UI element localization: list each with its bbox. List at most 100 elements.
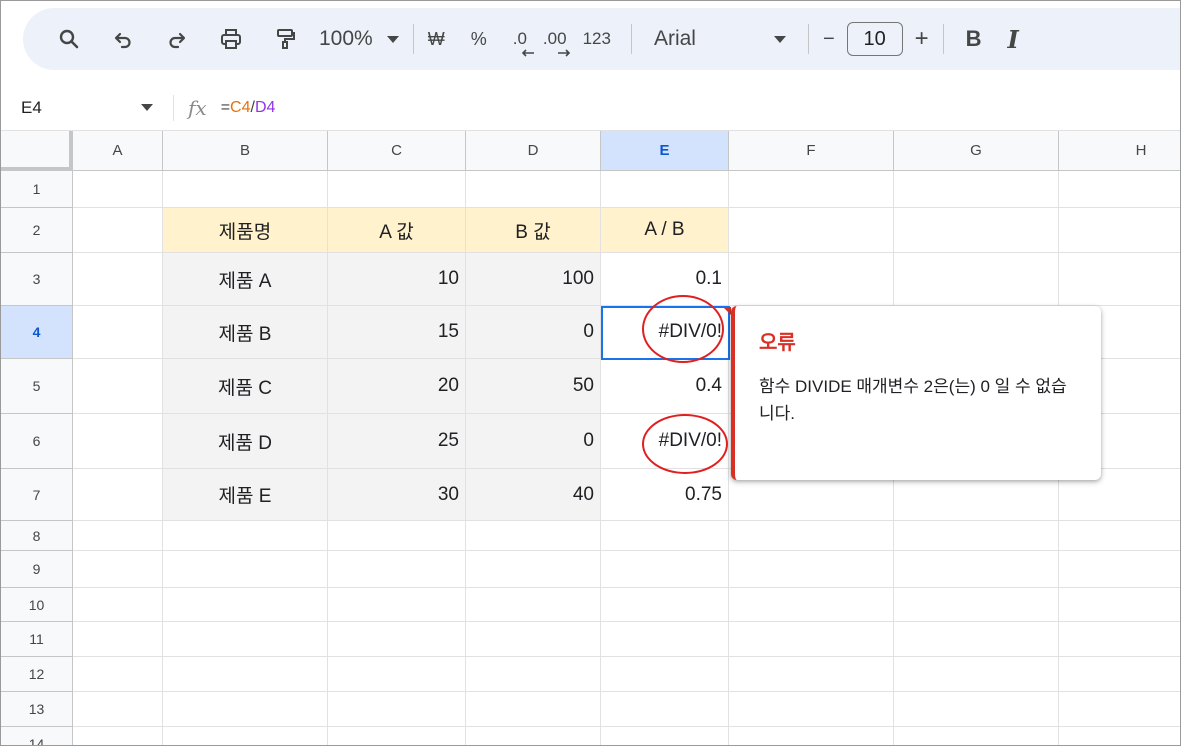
cell-a10[interactable] [73,588,163,622]
cell-c3[interactable]: 10 [328,253,466,306]
cell-d1[interactable] [466,171,601,208]
cell-h3[interactable] [1059,253,1180,306]
cell-g3[interactable] [894,253,1059,306]
cell-h9[interactable] [1059,551,1180,588]
cell-h2[interactable] [1059,208,1180,253]
formula-input[interactable]: =C4/D4 [221,99,276,117]
cell-c2[interactable]: A 값 [328,208,466,253]
row-header-12[interactable]: 12 [1,657,73,692]
cell-c10[interactable] [328,588,466,622]
cell-b11[interactable] [163,622,328,657]
column-header-c[interactable]: C [328,131,466,171]
cell-d8[interactable] [466,521,601,551]
bold-button[interactable]: B [966,26,982,52]
cell-e11[interactable] [601,622,729,657]
cell-c1[interactable] [328,171,466,208]
cell-c14[interactable] [328,727,466,745]
cell-g1[interactable] [894,171,1059,208]
cell-f11[interactable] [729,622,894,657]
select-all-corner[interactable] [1,131,73,171]
column-header-b[interactable]: B [163,131,328,171]
cell-c12[interactable] [328,657,466,692]
cell-g10[interactable] [894,588,1059,622]
cell-f13[interactable] [729,692,894,727]
cell-c6[interactable]: 25 [328,414,466,469]
cell-c9[interactable] [328,551,466,588]
cell-a14[interactable] [73,727,163,745]
cell-f10[interactable] [729,588,894,622]
column-header-a[interactable]: A [73,131,163,171]
cell-f3[interactable] [729,253,894,306]
row-header-2[interactable]: 2 [1,208,73,253]
cell-e14[interactable] [601,727,729,745]
cell-e10[interactable] [601,588,729,622]
cell-c8[interactable] [328,521,466,551]
cell-h8[interactable] [1059,521,1180,551]
undo-icon[interactable] [103,19,143,59]
cell-f9[interactable] [729,551,894,588]
cell-e7[interactable]: 0.75 [601,469,729,521]
cell-d7[interactable]: 40 [466,469,601,521]
cell-d4[interactable]: 0 [466,306,601,359]
cell-a5[interactable] [73,359,163,414]
cell-e13[interactable] [601,692,729,727]
cell-a11[interactable] [73,622,163,657]
cell-b6[interactable]: 제품 D [163,414,328,469]
cell-c7[interactable]: 30 [328,469,466,521]
cell-a8[interactable] [73,521,163,551]
cell-b13[interactable] [163,692,328,727]
cell-a13[interactable] [73,692,163,727]
name-box[interactable]: E4 [1,98,161,118]
number-format-button[interactable]: 123 [583,29,611,49]
cell-e2[interactable]: A / B [601,208,729,253]
zoom-select[interactable]: 100% [319,27,399,51]
cell-c5[interactable]: 20 [328,359,466,414]
cell-a12[interactable] [73,657,163,692]
cell-h11[interactable] [1059,622,1180,657]
cell-a7[interactable] [73,469,163,521]
row-header-4[interactable]: 4 [1,306,73,359]
cell-h13[interactable] [1059,692,1180,727]
font-size-input[interactable]: 10 [846,22,903,56]
increase-font-size-button[interactable]: + [915,25,929,53]
cell-b14[interactable] [163,727,328,745]
cell-h10[interactable] [1059,588,1180,622]
cell-f14[interactable] [729,727,894,745]
cell-b8[interactable] [163,521,328,551]
cell-a2[interactable] [73,208,163,253]
cell-g8[interactable] [894,521,1059,551]
cell-f8[interactable] [729,521,894,551]
row-header-8[interactable]: 8 [1,521,73,551]
cell-e5[interactable]: 0.4 [601,359,729,414]
cell-c4[interactable]: 15 [328,306,466,359]
cell-a4[interactable] [73,306,163,359]
cell-g9[interactable] [894,551,1059,588]
row-header-7[interactable]: 7 [1,469,73,521]
column-header-d[interactable]: D [466,131,601,171]
font-select[interactable]: Arial [646,27,786,51]
cell-h1[interactable] [1059,171,1180,208]
cell-b7[interactable]: 제품 E [163,469,328,521]
cell-b1[interactable] [163,171,328,208]
cell-b4[interactable]: 제품 B [163,306,328,359]
cell-e1[interactable] [601,171,729,208]
cell-e9[interactable] [601,551,729,588]
cell-f2[interactable] [729,208,894,253]
row-header-11[interactable]: 11 [1,622,73,657]
row-header-6[interactable]: 6 [1,414,73,469]
row-header-14[interactable]: 14 [1,727,73,745]
cell-d14[interactable] [466,727,601,745]
italic-button[interactable]: I [1008,25,1019,54]
cell-a3[interactable] [73,253,163,306]
paint-format-icon[interactable] [265,19,305,59]
cell-d9[interactable] [466,551,601,588]
decrease-font-size-button[interactable]: − [823,28,835,51]
cell-a1[interactable] [73,171,163,208]
cell-d10[interactable] [466,588,601,622]
cell-d13[interactable] [466,692,601,727]
cell-h14[interactable] [1059,727,1180,745]
cell-d3[interactable]: 100 [466,253,601,306]
cell-g11[interactable] [894,622,1059,657]
cell-e12[interactable] [601,657,729,692]
cell-b9[interactable] [163,551,328,588]
